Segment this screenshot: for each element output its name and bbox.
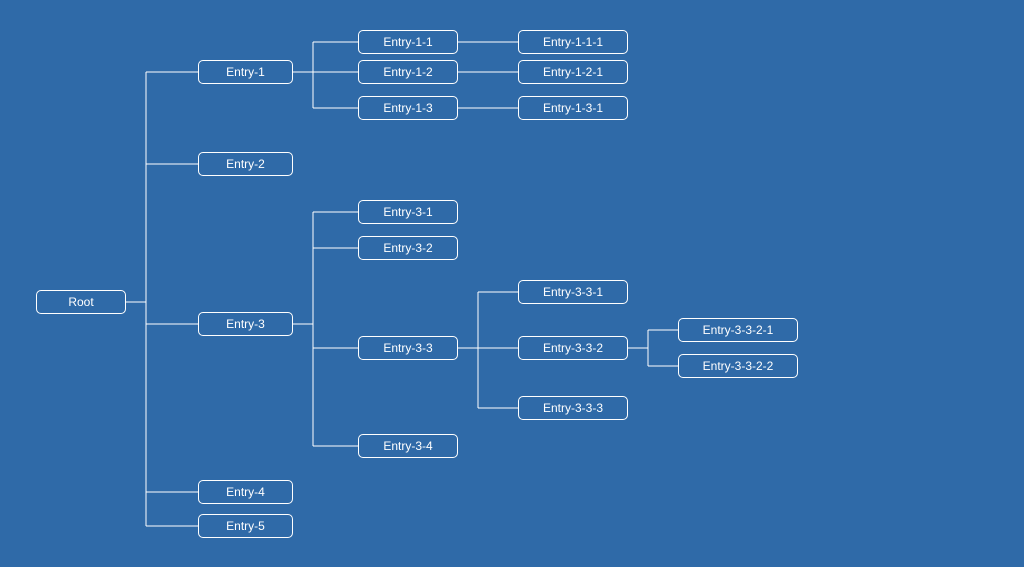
node-entry-3-3-1[interactable]: Entry-3-3-1 bbox=[518, 280, 628, 304]
node-entry-3-3-3[interactable]: Entry-3-3-3 bbox=[518, 396, 628, 420]
node-entry-3[interactable]: Entry-3 bbox=[198, 312, 293, 336]
node-entry-1-3[interactable]: Entry-1-3 bbox=[358, 96, 458, 120]
node-entry-3-4[interactable]: Entry-3-4 bbox=[358, 434, 458, 458]
node-entry-1[interactable]: Entry-1 bbox=[198, 60, 293, 84]
node-entry-1-3-1[interactable]: Entry-1-3-1 bbox=[518, 96, 628, 120]
node-entry-2[interactable]: Entry-2 bbox=[198, 152, 293, 176]
node-entry-1-2[interactable]: Entry-1-2 bbox=[358, 60, 458, 84]
node-entry-3-3-2[interactable]: Entry-3-3-2 bbox=[518, 336, 628, 360]
node-entry-1-2-1[interactable]: Entry-1-2-1 bbox=[518, 60, 628, 84]
node-entry-4[interactable]: Entry-4 bbox=[198, 480, 293, 504]
node-entry-1-1[interactable]: Entry-1-1 bbox=[358, 30, 458, 54]
node-entry-1-1-1[interactable]: Entry-1-1-1 bbox=[518, 30, 628, 54]
connector-lines bbox=[0, 0, 1024, 567]
node-entry-3-3-2-2[interactable]: Entry-3-3-2-2 bbox=[678, 354, 798, 378]
node-entry-3-3[interactable]: Entry-3-3 bbox=[358, 336, 458, 360]
node-root[interactable]: Root bbox=[36, 290, 126, 314]
node-entry-3-1[interactable]: Entry-3-1 bbox=[358, 200, 458, 224]
node-entry-5[interactable]: Entry-5 bbox=[198, 514, 293, 538]
tree-diagram: Root Entry-1 Entry-1-1 Entry-1-1-1 Entry-1-2… bbox=[0, 0, 1024, 567]
node-entry-3-2[interactable]: Entry-3-2 bbox=[358, 236, 458, 260]
node-entry-3-3-2-1[interactable]: Entry-3-3-2-1 bbox=[678, 318, 798, 342]
